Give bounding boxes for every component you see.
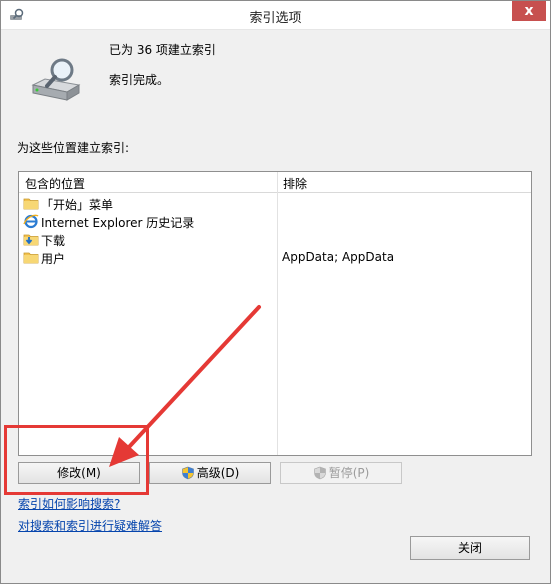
list-item[interactable]: 「开始」菜单	[19, 194, 531, 212]
folder-icon	[23, 198, 39, 210]
troubleshoot-search-link[interactable]: 对搜索和索引进行疑难解答	[18, 517, 162, 534]
how-indexing-affects-search-link[interactable]: 索引如何影响搜索?	[18, 495, 120, 512]
locations-caption: 为这些位置建立索引:	[17, 141, 130, 155]
indexed-count-text: 已为 36 项建立索引	[109, 43, 216, 57]
list-item[interactable]: 下载	[19, 230, 531, 248]
indexing-complete-text: 索引完成。	[109, 73, 170, 87]
list-item[interactable]: 用户 AppData; AppData	[19, 248, 531, 266]
uac-shield-icon	[181, 466, 194, 480]
close-window-button[interactable]: x	[512, 1, 546, 21]
column-header-included[interactable]: 包含的位置	[25, 175, 85, 192]
uac-shield-icon	[313, 466, 326, 480]
indexing-options-window: 索引选项 x 已为 36 项建立索引 索引完成。 为这些位置建立索引: 包含的位…	[0, 0, 551, 584]
folder-icon	[23, 252, 39, 264]
column-header-excluded[interactable]: 排除	[283, 175, 307, 192]
location-excluded: AppData; AppData	[282, 250, 395, 264]
list-header: 包含的位置 排除	[19, 172, 531, 193]
close-button-label: 关闭	[457, 541, 482, 555]
list-item[interactable]: Internet Explorer 历史记录	[19, 212, 531, 230]
close-button[interactable]: 关闭	[410, 536, 530, 560]
location-name: 「开始」菜单	[41, 198, 114, 212]
indexing-status-icon	[31, 58, 81, 101]
location-name: Internet Explorer 历史记录	[41, 216, 195, 230]
title-bar: 索引选项 x	[1, 1, 550, 30]
window-title: 索引选项	[249, 11, 302, 26]
advanced-button-label: 高级(D)	[196, 466, 240, 480]
indexed-locations-list[interactable]: 包含的位置 排除 「开始」菜单 Internet Explorer 历史记录 下…	[18, 171, 532, 456]
location-name: 下载	[41, 234, 66, 248]
pause-button-label: 暂停(P)	[328, 466, 370, 480]
annotation-highlight-box	[4, 425, 149, 495]
download-folder-icon	[23, 234, 39, 246]
advanced-button[interactable]: 高级(D)	[149, 462, 271, 484]
location-name: 用户	[41, 252, 66, 266]
internet-explorer-icon	[23, 214, 39, 229]
pause-button[interactable]: 暂停(P)	[280, 462, 402, 484]
